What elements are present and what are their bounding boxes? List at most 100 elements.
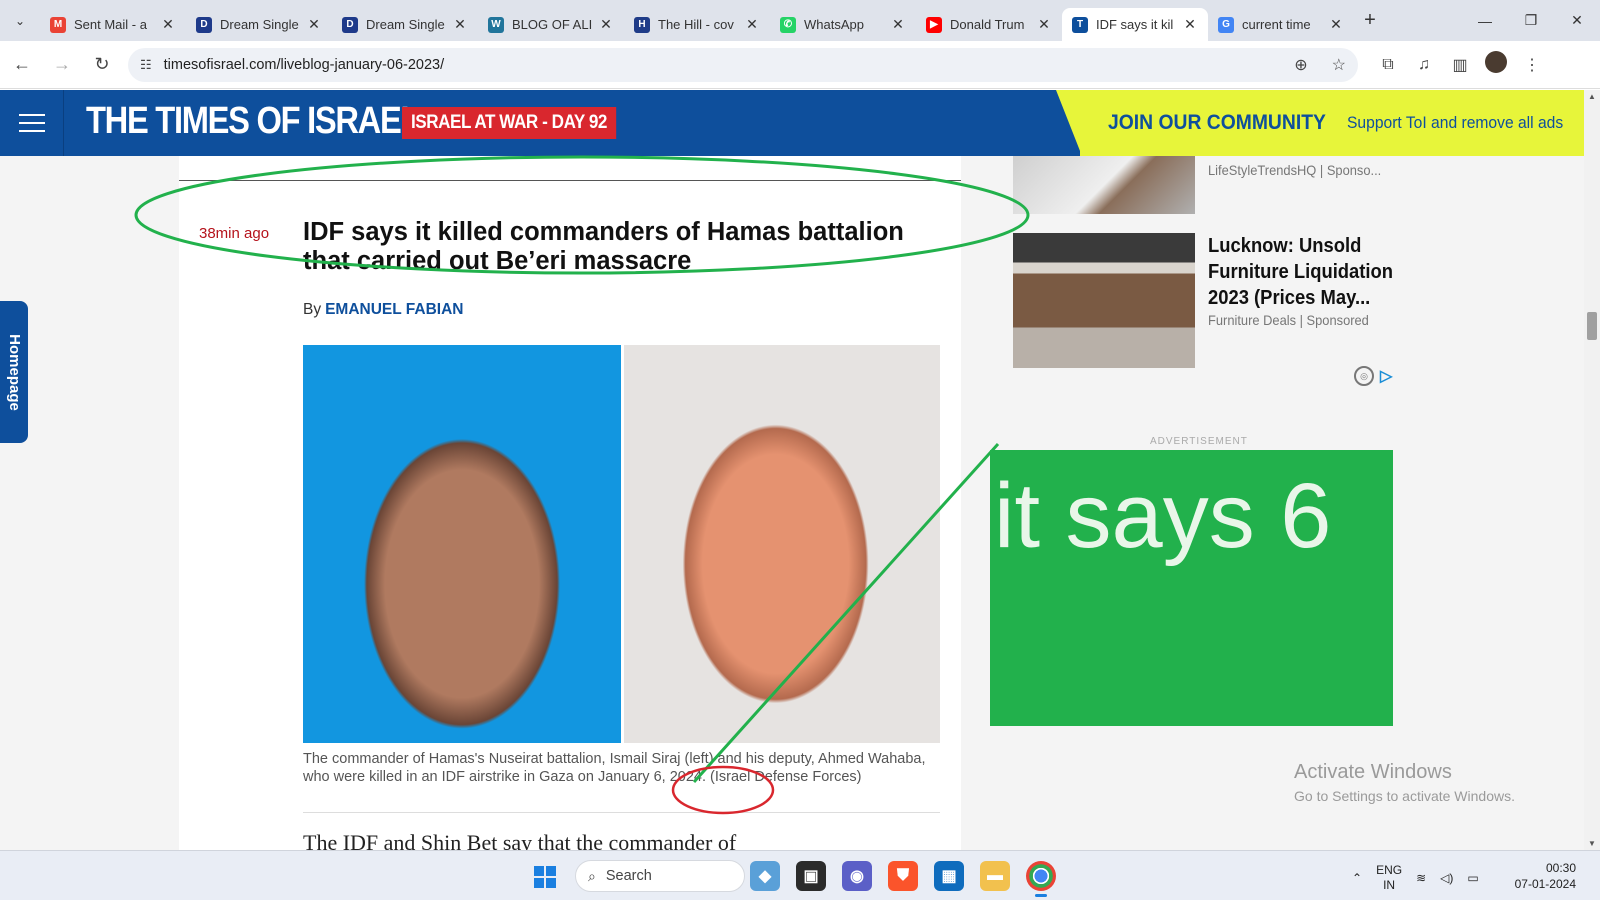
site-header: THE TIMES OF ISRAEL ISRAEL AT WAR - DAY … — [0, 90, 1584, 156]
tab-title: Dream Single — [220, 17, 299, 32]
tab-title: Donald Trum — [950, 17, 1025, 32]
restore-icon[interactable]: ❐ — [1508, 0, 1554, 41]
browser-tab[interactable]: D Dream Single ✕ — [186, 8, 332, 41]
author-link[interactable]: EMANUEL FABIAN — [325, 301, 463, 318]
entry-divider — [179, 180, 961, 181]
new-tab-plus-icon[interactable]: + — [1354, 9, 1386, 32]
close-tab-icon[interactable]: ✕ — [160, 16, 176, 33]
entry-headline[interactable]: IDF says it killed commanders of Hamas b… — [303, 218, 943, 276]
browser-tab[interactable]: ▶ Donald Trum ✕ — [916, 8, 1062, 41]
homepage-tab-label: Homepage — [5, 333, 23, 411]
file-explorer-icon[interactable]: ▬ — [980, 861, 1010, 891]
support-label: Support ToI and remove all ads — [1346, 113, 1564, 132]
browser-tab[interactable]: Gcurrent time ✕ — [1208, 8, 1354, 41]
browser-tab[interactable]: T IDF says it kil ✕ — [1062, 8, 1208, 41]
close-tab-icon[interactable]: ✕ — [598, 16, 614, 33]
browser-tab[interactable]: H The Hill - cov ✕ — [624, 8, 770, 41]
close-tab-icon[interactable]: ✕ — [744, 16, 760, 33]
search-icon: ⌕ — [588, 867, 596, 884]
teams-chat-icon[interactable]: ◉ — [842, 861, 872, 891]
back-arrow-icon[interactable]: ← — [4, 47, 40, 83]
tab-title: current time — [1242, 17, 1311, 32]
menu-kebab-icon[interactable]: ⋮ — [1514, 55, 1550, 75]
battery-icon[interactable]: ▭ — [1467, 871, 1478, 885]
scroll-up-arrow-icon[interactable]: ▲ — [1584, 92, 1600, 101]
advertisement-label: ADVERTISEMENT — [1150, 436, 1248, 447]
close-tab-icon[interactable]: ✕ — [1182, 16, 1198, 33]
volume-icon[interactable]: ◁) — [1440, 871, 1453, 885]
close-window-icon[interactable]: ✕ — [1554, 0, 1600, 41]
tab-title: The Hill - cov — [658, 17, 734, 32]
join-community-label: JOIN OUR COMMUNITY — [1108, 111, 1326, 134]
close-tab-icon[interactable]: ✕ — [452, 16, 468, 33]
article-body-text: The IDF and Shin Bet say that the comman… — [303, 830, 737, 850]
dream-icon: D — [342, 16, 358, 33]
minimize-icon[interactable]: — — [1462, 0, 1508, 41]
extensions-icon[interactable]: ⧉ — [1370, 56, 1406, 74]
wifi-icon[interactable]: ≋ — [1416, 871, 1426, 885]
ad-choices[interactable]: ◎ ▷ — [1354, 366, 1392, 386]
region-code: IN — [1383, 878, 1396, 892]
close-tab-icon[interactable]: ✕ — [1036, 16, 1052, 33]
forward-arrow-icon[interactable]: → — [44, 47, 80, 83]
media-control-icon[interactable]: ♫ — [1406, 56, 1442, 74]
page-scrollbar[interactable]: ▲ ▼ — [1584, 90, 1600, 850]
bookmark-star-icon[interactable]: ☆ — [1332, 57, 1346, 74]
microsoft-store-icon[interactable]: ▦ — [934, 861, 964, 891]
hamburger-menu-icon[interactable] — [0, 90, 64, 156]
article-photo — [303, 345, 940, 743]
sponsored-ad-source-top[interactable]: LifeStyleTrendsHQ | Sponso... — [1208, 162, 1381, 178]
chrome-icon[interactable] — [1026, 861, 1056, 897]
browser-tab[interactable]: W BLOG OF ALI ✕ — [478, 8, 624, 41]
war-badge[interactable]: ISRAEL AT WAR - DAY 92 — [402, 107, 616, 139]
dream-icon: D — [196, 16, 212, 33]
whatsapp-icon: ✆ — [780, 16, 796, 33]
input-language[interactable]: ENG IN — [1376, 863, 1402, 893]
adchoices-icon[interactable]: ▷ — [1380, 366, 1392, 386]
annotation-note-box: it says 6 — [990, 450, 1393, 726]
system-tray: ⌃ ENG IN ≋ ◁) ▭ — [1352, 863, 1479, 893]
entry-timestamp: 38min ago — [199, 225, 270, 242]
windows-start-icon[interactable] — [534, 866, 556, 888]
sponsored-ad-title-furniture[interactable]: Lucknow: Unsold Furniture Liquidation 20… — [1208, 233, 1401, 311]
sponsored-ad-source-furniture[interactable]: Furniture Deals | Sponsored — [1208, 312, 1369, 328]
scroll-down-arrow-icon[interactable]: ▼ — [1584, 839, 1600, 848]
zoom-icon[interactable]: ⊕ — [1294, 57, 1307, 74]
profile-avatar[interactable] — [1478, 51, 1514, 78]
taskbar-search[interactable]: ⌕ Search — [575, 860, 745, 892]
tab-title: IDF says it kil — [1096, 17, 1174, 32]
address-bar[interactable]: ☷ timesofisrael.com/liveblog-january-06-… — [128, 47, 1358, 82]
toolbar-right: ⧉ ♫ ▥ ⋮ — [1370, 51, 1550, 78]
task-view-icon[interactable]: ▣ — [796, 861, 826, 891]
homepage-side-tab[interactable]: Homepage — [0, 301, 28, 443]
sponsored-ad-image-furniture[interactable] — [1013, 233, 1195, 368]
tab-list: M Sent Mail - a ✕ D Dream Single ✕ D Dream Sing… — [40, 0, 1354, 41]
close-tab-icon[interactable]: ✕ — [306, 16, 322, 33]
tab-title: WhatsApp — [804, 17, 864, 32]
join-community-banner[interactable]: JOIN OUR COMMUNITY Support ToI and remov… — [1080, 90, 1584, 156]
sponsored-ad-image-top[interactable] — [1013, 156, 1195, 214]
brave-browser-icon[interactable]: ⛊ — [888, 861, 918, 891]
url-text[interactable]: timesofisrael.com/liveblog-january-06-20… — [164, 57, 1275, 73]
tab-search-chevron-icon[interactable]: ⌄ — [0, 0, 40, 41]
tray-overflow-chevron-icon[interactable]: ⌃ — [1352, 871, 1362, 885]
byline: By EMANUEL FABIAN — [303, 301, 463, 319]
widgets-icon[interactable]: ◆ — [750, 861, 780, 891]
photo-caption: The commander of Hamas's Nuseirat battal… — [303, 751, 926, 785]
site-settings-icon[interactable]: ☷ — [140, 57, 152, 73]
browser-tab[interactable]: ✆ WhatsApp ✕ — [770, 8, 916, 41]
taskbar-clock[interactable]: 00:30 07-01-2024 — [1515, 860, 1576, 892]
close-tab-icon[interactable]: ✕ — [890, 16, 906, 33]
browser-tab[interactable]: D Dream Single ✕ — [332, 8, 478, 41]
photo-right-portrait — [624, 345, 940, 743]
ad-feedback-icon[interactable]: ◎ — [1354, 366, 1374, 386]
site-logo[interactable]: THE TIMES OF ISRAEL — [86, 100, 420, 143]
scroll-thumb[interactable] — [1587, 312, 1597, 340]
activate-windows-watermark: Activate Windows Go to Settings to activ… — [1294, 761, 1515, 804]
reload-icon[interactable]: ↻ — [84, 47, 120, 83]
browser-tab[interactable]: M Sent Mail - a ✕ — [40, 8, 186, 41]
side-panel-icon[interactable]: ▥ — [1442, 55, 1478, 75]
tab-title: BLOG OF ALI — [512, 17, 593, 32]
close-tab-icon[interactable]: ✕ — [1328, 16, 1344, 33]
taskbar-search-label: Search — [605, 868, 652, 884]
